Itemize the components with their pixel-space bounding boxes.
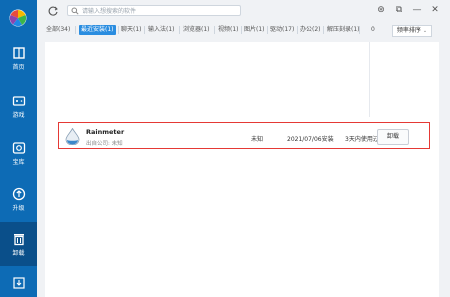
app-name: Rainmeter [86, 128, 125, 136]
tab-all[interactable]: 全部(34) [46, 25, 70, 35]
banner-area [45, 42, 439, 117]
tab-separator [241, 26, 242, 34]
tab-separator [297, 26, 298, 34]
sidebar-item-label: 宝库 [12, 159, 25, 166]
app-last-used: 3天内使用过 [345, 136, 379, 143]
sidebar-item-label: 升级 [12, 205, 25, 212]
search-placeholder: 请输入想搜索的软件 [82, 8, 137, 15]
sidebar-item-uninstall[interactable]: 卸载 [0, 222, 37, 266]
minimize-icon[interactable]: — [412, 5, 422, 15]
tab-separator [75, 26, 76, 34]
refresh-icon[interactable] [47, 5, 59, 17]
trash-icon [13, 234, 24, 246]
app-logo [9, 9, 27, 27]
app-publisher: 出自公司: 未知 [86, 141, 123, 147]
tab-more[interactable]: 0 [371, 25, 375, 35]
tab-separator [359, 26, 360, 34]
upgrade-icon [12, 187, 25, 201]
close-icon[interactable]: ✕ [430, 5, 440, 15]
rainmeter-icon [65, 128, 80, 145]
settings-icon[interactable]: ⊛ [376, 5, 386, 15]
download-icon [12, 277, 25, 289]
sidebar-item-label: 卸载 [12, 250, 25, 257]
tab-separator [267, 26, 268, 34]
treasure-icon [12, 142, 25, 154]
tab-separator [323, 26, 324, 34]
restore-icon[interactable]: ⧉ [394, 5, 404, 15]
sidebar-item-home[interactable]: 首页 [0, 41, 37, 79]
tab-image[interactable]: 图片(1) [244, 25, 265, 35]
tab-separator [179, 26, 180, 34]
tab-input-method[interactable]: 输入法(1) [148, 25, 175, 35]
tab-compress[interactable]: 解压刻录(1) [327, 25, 360, 35]
uninstall-button[interactable]: 卸载 [377, 129, 409, 145]
tab-separator [214, 26, 215, 34]
tab-video[interactable]: 视频(1) [218, 25, 239, 35]
sidebar-item-treasure[interactable]: 宝库 [0, 136, 37, 174]
gamepad-icon [12, 96, 25, 106]
sidebar-item-games[interactable]: 游戏 [0, 89, 37, 127]
sidebar-item-upgrade[interactable]: 升级 [0, 182, 37, 220]
sidebar-item-label: 首页 [12, 64, 25, 71]
sidebar: 首页 游戏 宝库 升级 卸载 [0, 0, 37, 297]
sort-label: 频率排序 [396, 27, 421, 34]
tab-chat[interactable]: 聊天(1) [121, 25, 142, 35]
tab-driver[interactable]: 驱动(17) [270, 25, 294, 35]
tab-recent[interactable]: 最近安装(1) [79, 25, 116, 35]
tab-separator [144, 26, 145, 34]
search-icon [71, 7, 79, 15]
app-install-date: 2021/07/06安装 [287, 136, 334, 143]
list-item[interactable]: Rainmeter 出自公司: 未知 未知 2021/07/06安装 3天内使用… [58, 122, 430, 149]
search-input[interactable]: 请输入想搜索的软件 [67, 5, 241, 16]
banner-divider [369, 42, 370, 117]
tab-separator [118, 26, 119, 34]
tab-office[interactable]: 办公(2) [300, 25, 321, 35]
chevron-down-icon: ⌄ [422, 28, 428, 34]
tab-browser[interactable]: 浏览器(1) [183, 25, 210, 35]
sort-dropdown[interactable]: 频率排序 ⌄ [392, 25, 432, 37]
app-size: 未知 [251, 136, 264, 143]
category-tabs: 全部(34) 最近安装(1) 聊天(1) 输入法(1) 浏览器(1) 视频(1)… [37, 22, 450, 38]
software-list: Rainmeter 出自公司: 未知 未知 2021/07/06安装 3天内使用… [45, 117, 439, 297]
home-icon [12, 47, 25, 59]
sidebar-item-label: 游戏 [12, 112, 25, 119]
sidebar-download-button[interactable] [0, 274, 37, 296]
top-bar: 请输入想搜索的软件 ⊛ ⧉ — ✕ [37, 0, 450, 22]
